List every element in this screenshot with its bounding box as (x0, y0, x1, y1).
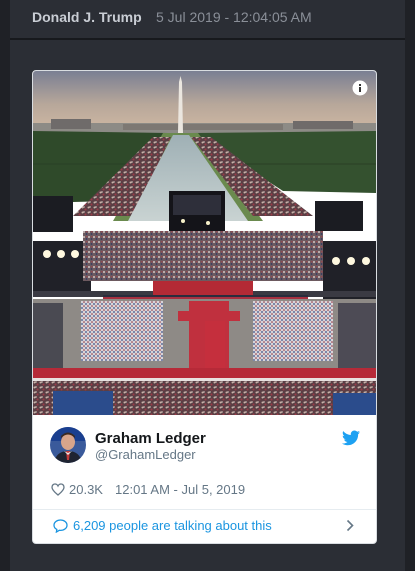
avatar[interactable] (50, 427, 86, 463)
post-author[interactable]: Donald J. Trump (32, 9, 142, 25)
post-timestamp[interactable]: 5 Jul 2019 - 12:04:05 AM (156, 9, 312, 25)
tweet-user-handle[interactable]: @GrahamLedger (95, 447, 196, 462)
tweet-user-name[interactable]: Graham Ledger (95, 430, 206, 447)
tweet-time[interactable]: 12:01 AM - Jul 5, 2019 (115, 482, 245, 497)
tweet-photo[interactable] (33, 71, 376, 415)
like-count[interactable]: 20.3K (69, 482, 103, 497)
talking-about-link[interactable]: 6,209 people are talking about this (33, 510, 376, 543)
twitter-bird-icon[interactable] (342, 430, 360, 446)
heart-icon[interactable] (51, 483, 65, 496)
talking-about-text: 6,209 people are talking about this (73, 518, 272, 533)
info-icon[interactable] (352, 80, 368, 96)
embedded-tweet-card[interactable]: Graham Ledger @GrahamLedger 20.3K 12:01 … (32, 70, 377, 544)
post-header: Donald J. Trump 5 Jul 2019 - 12:04:05 AM (10, 0, 405, 38)
avatar-image (50, 427, 86, 463)
chevron-right-icon (346, 519, 354, 532)
page: Donald J. Trump 5 Jul 2019 - 12:04:05 AM (0, 0, 415, 571)
speech-bubble-icon (53, 519, 68, 533)
